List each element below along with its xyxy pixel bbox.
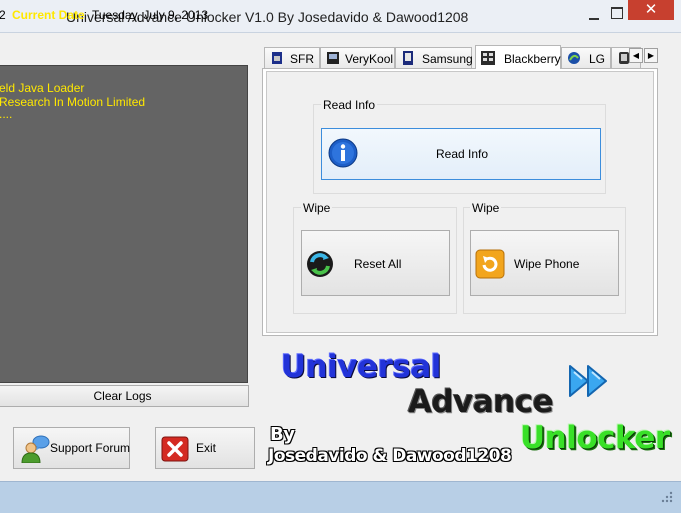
tab-blackberry-label: Blackberry — [504, 52, 561, 66]
tab-samsung[interactable]: Samsung — [395, 47, 473, 68]
log-line: Research In Motion Limited — [0, 95, 146, 109]
banner-unlocker-text: Unlocker — [520, 420, 670, 456]
close-button[interactable]: ✕ — [628, 0, 674, 20]
tab-verykool-label: VeryKool — [345, 52, 394, 66]
read-info-group-label: Read Info — [321, 98, 378, 112]
exit-button[interactable]: Exit — [155, 427, 255, 469]
wipe-phone-button[interactable]: Wipe Phone — [470, 230, 619, 296]
current-date-value: Tuesday, July 9, 2013 — [92, 8, 209, 22]
minimize-button[interactable] — [583, 8, 605, 24]
banner-advance-text: Advance — [408, 384, 554, 420]
tab-scroll-left-button[interactable]: ◀ — [629, 48, 643, 63]
status-bar — [0, 481, 681, 513]
tab-scroll-right-button[interactable]: ▶ — [644, 48, 658, 63]
phone-icon — [326, 51, 340, 65]
samsung-phone-icon — [401, 51, 415, 65]
log-line: .... — [0, 107, 13, 121]
exit-x-icon — [161, 436, 191, 464]
reset-sync-icon — [305, 249, 335, 282]
banner-authors-text: Josedavido & Dawood1208 — [268, 446, 512, 466]
sim-card-icon — [270, 51, 284, 65]
support-forum-button[interactable]: Support Forum — [13, 427, 130, 469]
wipe-phone-label: Wipe Phone — [514, 257, 580, 271]
tab-verykool[interactable]: VeryKool — [320, 47, 395, 68]
banner-by-text: By — [270, 424, 295, 445]
maximize-button[interactable] — [606, 4, 628, 22]
read-info-button[interactable]: Read Info — [321, 128, 601, 180]
fast-forward-icon — [566, 362, 614, 400]
support-user-icon — [21, 435, 51, 464]
read-info-label: Read Info — [436, 147, 489, 161]
info-icon — [328, 138, 358, 171]
log-panel[interactable]: eld Java Loader Research In Motion Limit… — [0, 65, 248, 383]
resize-grip-icon[interactable] — [660, 490, 674, 504]
lg-globe-icon — [567, 51, 581, 65]
tab-lg-label: LG — [589, 52, 606, 66]
support-forum-label: Support Forum — [50, 441, 131, 455]
current-date-label: Current Date — [12, 8, 85, 22]
banner-universal-text: Universal — [281, 349, 441, 385]
wipe-group-left-label: Wipe — [301, 201, 333, 215]
reset-all-label: Reset All — [354, 257, 402, 271]
blackberry-icon — [481, 51, 495, 65]
wipe-group-right-label: Wipe — [470, 201, 502, 215]
tab-samsung-label: Samsung — [422, 52, 473, 66]
clear-logs-button[interactable]: Clear Logs — [0, 385, 249, 407]
status-prefix: 2 — [0, 8, 6, 22]
log-line: eld Java Loader — [0, 81, 85, 95]
tab-sfr-label: SFR — [290, 52, 314, 66]
tab-blackberry[interactable]: Blackberry — [475, 45, 561, 69]
wipe-refresh-icon — [475, 249, 505, 282]
tab-sfr[interactable]: SFR — [264, 47, 320, 68]
reset-all-button[interactable]: Reset All — [301, 230, 450, 296]
exit-label: Exit — [196, 441, 217, 455]
brand-tabs: SFR VeryKool Samsung Blackberry LG — [264, 45, 659, 69]
tab-lg[interactable]: LG — [561, 47, 611, 68]
